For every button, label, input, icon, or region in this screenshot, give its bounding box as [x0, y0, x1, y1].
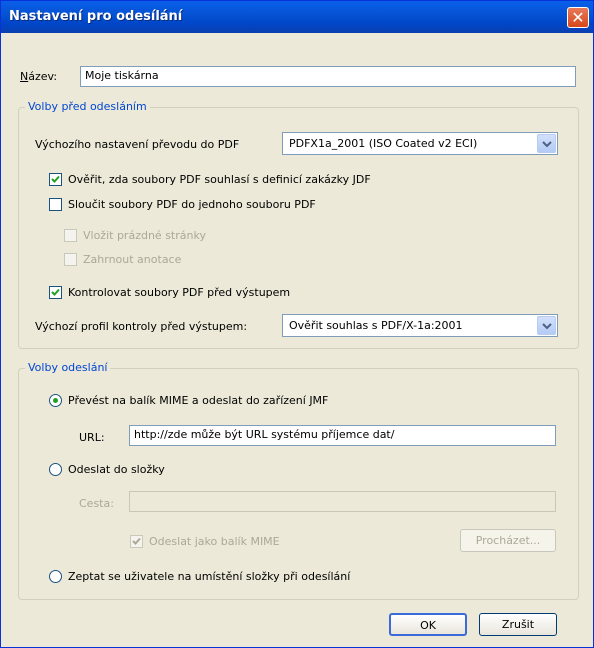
verify-jdf-checkbox[interactable]	[49, 173, 62, 186]
send-options-legend: Volby odeslání	[25, 361, 111, 374]
ok-button[interactable]: OK	[389, 613, 467, 636]
url-label: URL:	[79, 431, 105, 444]
profile-select[interactable]: Ověřit souhlas s PDF/X-1a:2001	[282, 314, 558, 337]
profile-label: Výchozí profil kontroly před výstupem:	[35, 320, 248, 333]
send-to-folder-label[interactable]: Odeslat do složky	[68, 463, 165, 476]
include-annotations-label: Zahrnout anotace	[83, 253, 182, 266]
preflight-label[interactable]: Kontrolovat soubory PDF před výstupem	[68, 286, 290, 299]
merge-pdf-checkbox[interactable]	[49, 198, 62, 211]
conversion-select[interactable]: PDFX1a_2001 (ISO Coated v2 ECI)	[282, 132, 558, 155]
title-bar[interactable]: Nastavení pro odesílání ✕	[1, 1, 593, 33]
name-label-accel: N	[20, 70, 29, 83]
verify-jdf-label[interactable]: Ověřit, zda soubory PDF souhlasí s defin…	[68, 173, 371, 186]
checkmark-icon	[51, 288, 60, 296]
mime-jmf-label[interactable]: Převést na balík MIME a odeslat do zaříz…	[68, 394, 328, 407]
conversion-dropdown-button[interactable]	[537, 134, 556, 153]
merge-pdf-label[interactable]: Sloučit soubory PDF do jednoho souboru P…	[68, 198, 316, 211]
pre-send-options-legend: Volby před odesláním	[25, 100, 150, 113]
insert-blank-pages-checkbox[interactable]	[64, 229, 77, 242]
name-label-rest: ázev:	[28, 70, 58, 83]
mime-jmf-radio[interactable]	[49, 394, 62, 407]
window-title: Nastavení pro odesílání	[9, 9, 183, 24]
close-button[interactable]: ✕	[567, 7, 589, 28]
cancel-button[interactable]: Zrušit	[479, 613, 557, 636]
checkmark-icon	[51, 175, 60, 183]
ask-user-folder-radio[interactable]	[49, 570, 62, 583]
name-input[interactable]: Moje tiskárna	[80, 66, 576, 87]
path-label: Cesta:	[79, 497, 114, 510]
send-to-folder-radio[interactable]	[49, 463, 62, 476]
conversion-label: Výchozího nastavení převodu do PDF	[35, 138, 240, 151]
checkmark-icon	[132, 537, 141, 545]
profile-dropdown-button[interactable]	[537, 316, 556, 335]
profile-value: Ověřit souhlas s PDF/X-1a:2001	[289, 319, 463, 332]
preflight-checkbox[interactable]	[49, 286, 62, 299]
conversion-value: PDFX1a_2001 (ISO Coated v2 ECI)	[289, 137, 478, 150]
chevron-down-icon	[542, 141, 552, 148]
include-annotations-checkbox[interactable]	[64, 253, 77, 266]
send-as-mime-checkbox[interactable]	[130, 535, 143, 548]
path-input[interactable]	[129, 491, 556, 512]
insert-blank-pages-label: Vložit prázdné stránky	[83, 229, 206, 242]
url-input[interactable]: http://zde může být URL systému příjemce…	[129, 425, 556, 446]
radio-selected-dot	[53, 398, 58, 403]
ask-user-folder-label[interactable]: Zeptat se uživatele na umístění složky p…	[68, 570, 350, 583]
name-label: Název:	[20, 70, 57, 83]
dialog-window: Nastavení pro odesílání ✕ Název: Moje ti…	[0, 0, 594, 648]
chevron-down-icon	[542, 323, 552, 330]
browse-button[interactable]: Procházet...	[460, 529, 556, 552]
send-as-mime-label: Odeslat jako balík MIME	[149, 535, 280, 548]
close-icon: ✕	[571, 8, 585, 27]
